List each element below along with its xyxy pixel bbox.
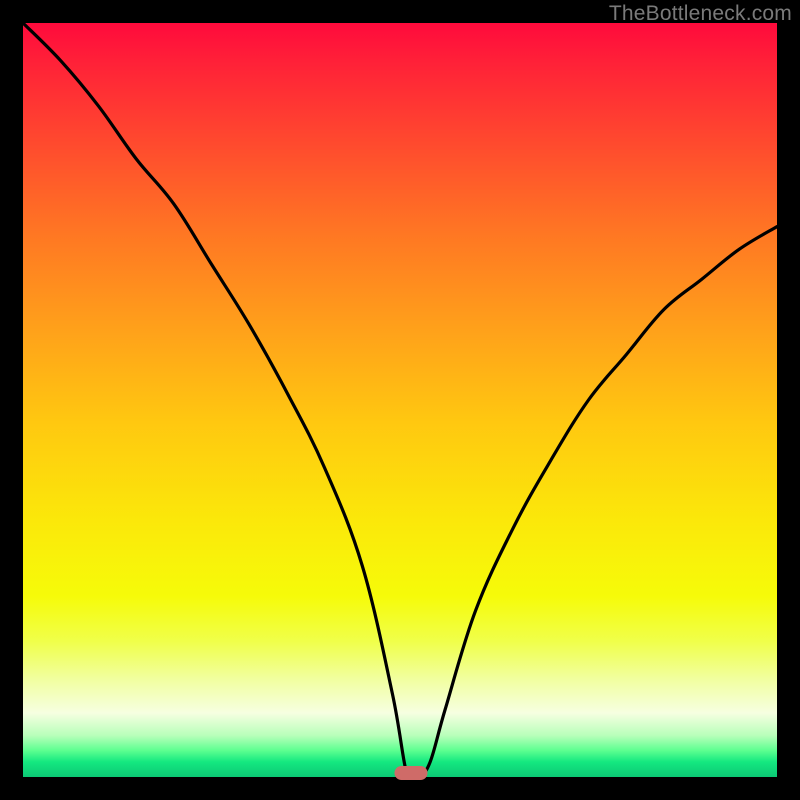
bottleneck-curve <box>23 23 777 777</box>
chart-canvas: TheBottleneck.com <box>0 0 800 800</box>
watermark-text: TheBottleneck.com <box>609 2 792 26</box>
bottleneck-marker <box>395 766 428 780</box>
